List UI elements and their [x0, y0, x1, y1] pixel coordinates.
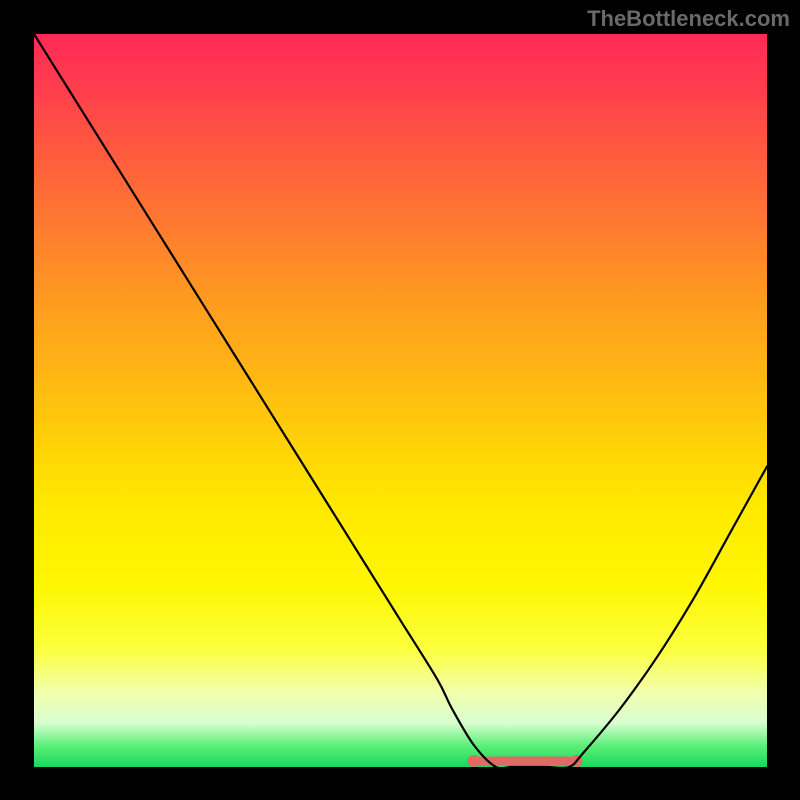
- plot-area: [34, 34, 767, 767]
- highlight-start-dot: [468, 755, 480, 767]
- bottleneck-curve-path: [34, 34, 767, 767]
- watermark-text: TheBottleneck.com: [587, 6, 790, 32]
- curve-svg: [34, 34, 767, 767]
- chart-container: { "watermark": "TheBottleneck.com", "cha…: [0, 0, 800, 800]
